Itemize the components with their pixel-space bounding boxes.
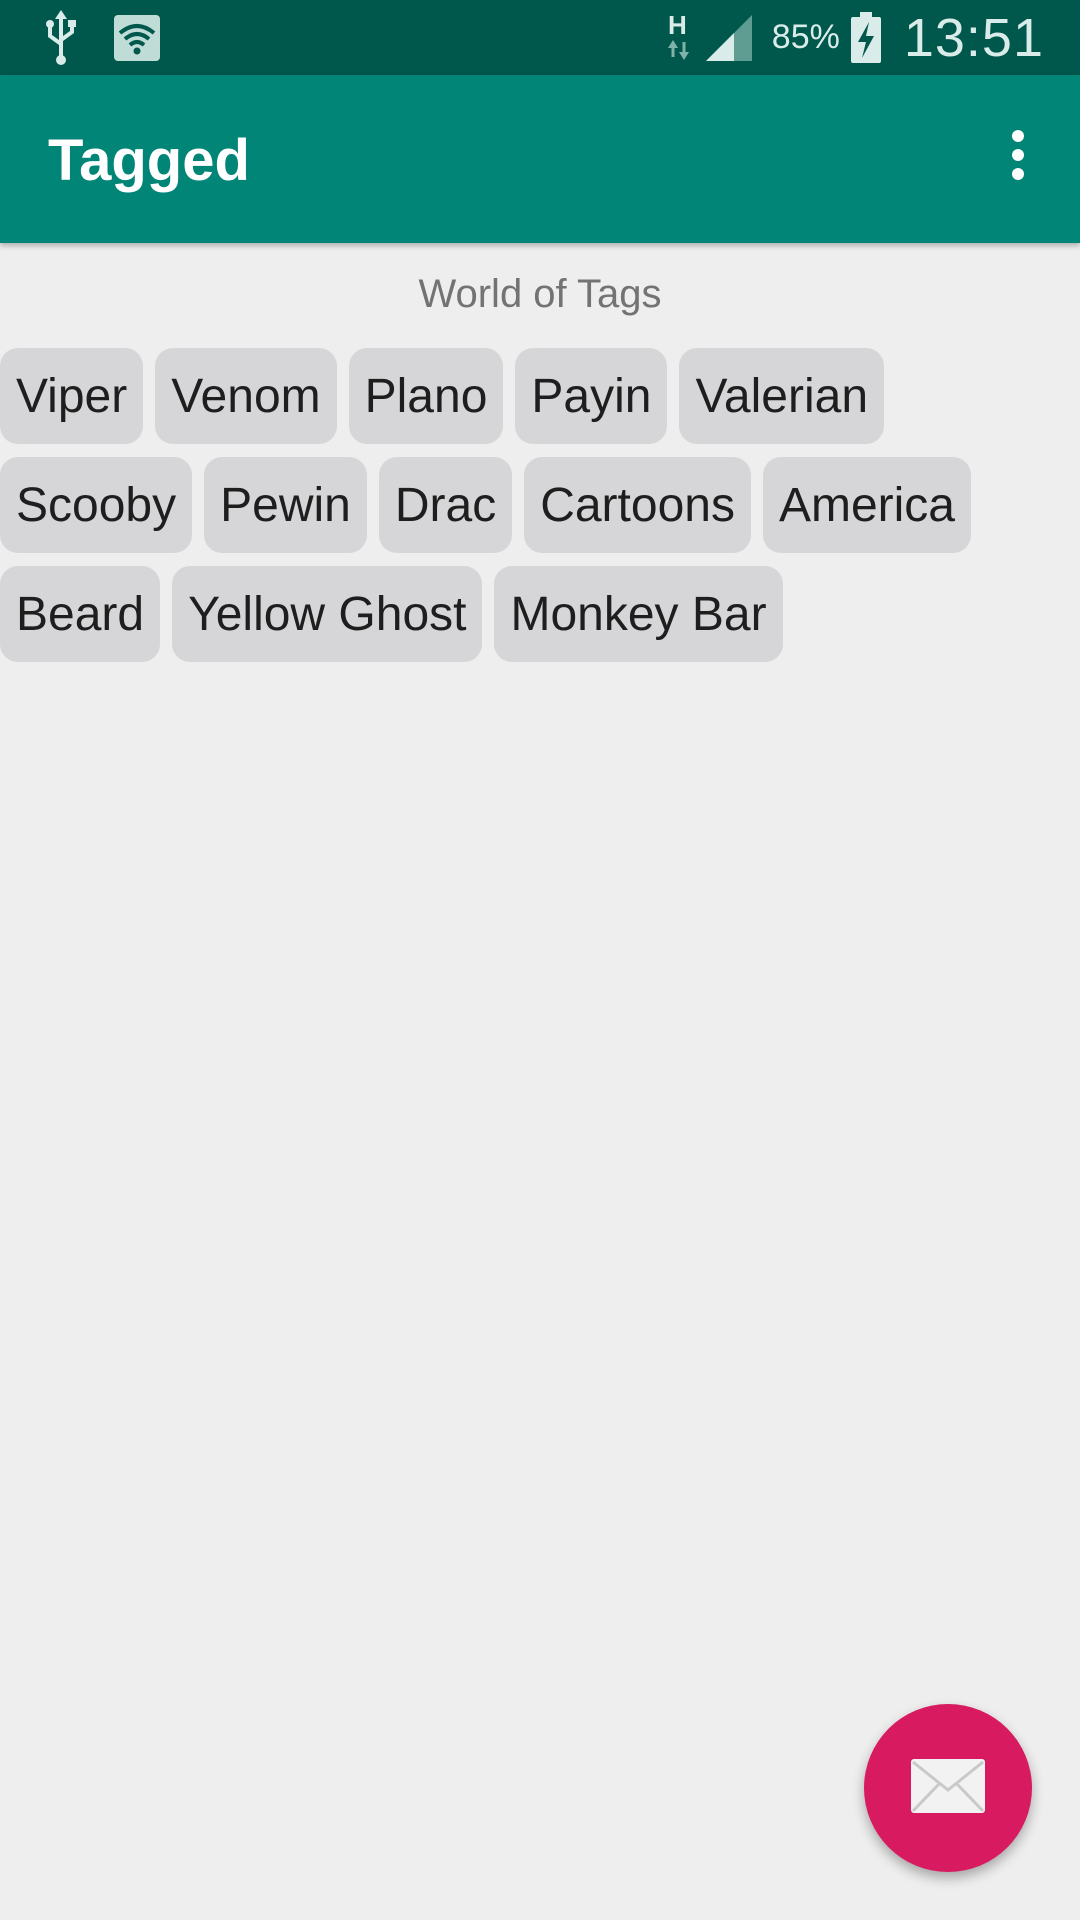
section-subtitle: World of Tags	[418, 272, 662, 316]
tag-chip[interactable]: Yellow Ghost	[172, 566, 483, 662]
usb-icon	[44, 10, 78, 66]
status-bar: H 85% 13:51	[0, 0, 1080, 75]
tag-chip[interactable]: America	[762, 457, 971, 553]
tag-chip[interactable]: Viper	[0, 348, 144, 444]
tag-row-2: Scooby Pewin Drac Cartoons America	[0, 457, 971, 553]
battery-charging-icon	[850, 11, 882, 64]
tag-chip[interactable]: Cartoons	[524, 457, 751, 553]
compose-mail-fab[interactable]	[864, 1704, 1032, 1872]
tag-chip[interactable]: Scooby	[0, 457, 193, 553]
tag-chip[interactable]: Drac	[378, 457, 513, 553]
tag-row-3: Beard Yellow Ghost Monkey Bar	[0, 566, 783, 662]
tag-row-1: Viper Venom Plano Payin Valerian	[0, 348, 885, 444]
signal-icon	[704, 13, 754, 63]
status-right-icons: H 85% 13:51	[664, 0, 1044, 75]
mail-icon	[910, 1758, 986, 1819]
tag-chip[interactable]: Venom	[155, 348, 337, 444]
status-left-icons	[44, 10, 160, 66]
battery-percent: 85%	[771, 18, 840, 56]
tag-chip[interactable]: Payin	[515, 348, 668, 444]
clock: 13:51	[903, 7, 1044, 68]
h-network-icon: H	[664, 10, 694, 66]
app-bar: Tagged	[0, 75, 1080, 243]
screen: H 85% 13:51 Tagged World of Tags Viper V…	[0, 0, 1080, 1920]
wifi-icon	[114, 15, 160, 61]
overflow-menu-button[interactable]	[986, 125, 1050, 189]
tag-chip[interactable]: Plano	[348, 348, 504, 444]
tag-chip[interactable]: Monkey Bar	[494, 566, 783, 662]
tag-chip[interactable]: Beard	[0, 566, 161, 662]
tag-chip[interactable]: Valerian	[679, 348, 885, 444]
app-title: Tagged	[48, 128, 250, 193]
svg-text:H: H	[668, 10, 687, 40]
tag-chip[interactable]: Pewin	[204, 457, 367, 553]
more-vert-icon	[1010, 129, 1026, 186]
